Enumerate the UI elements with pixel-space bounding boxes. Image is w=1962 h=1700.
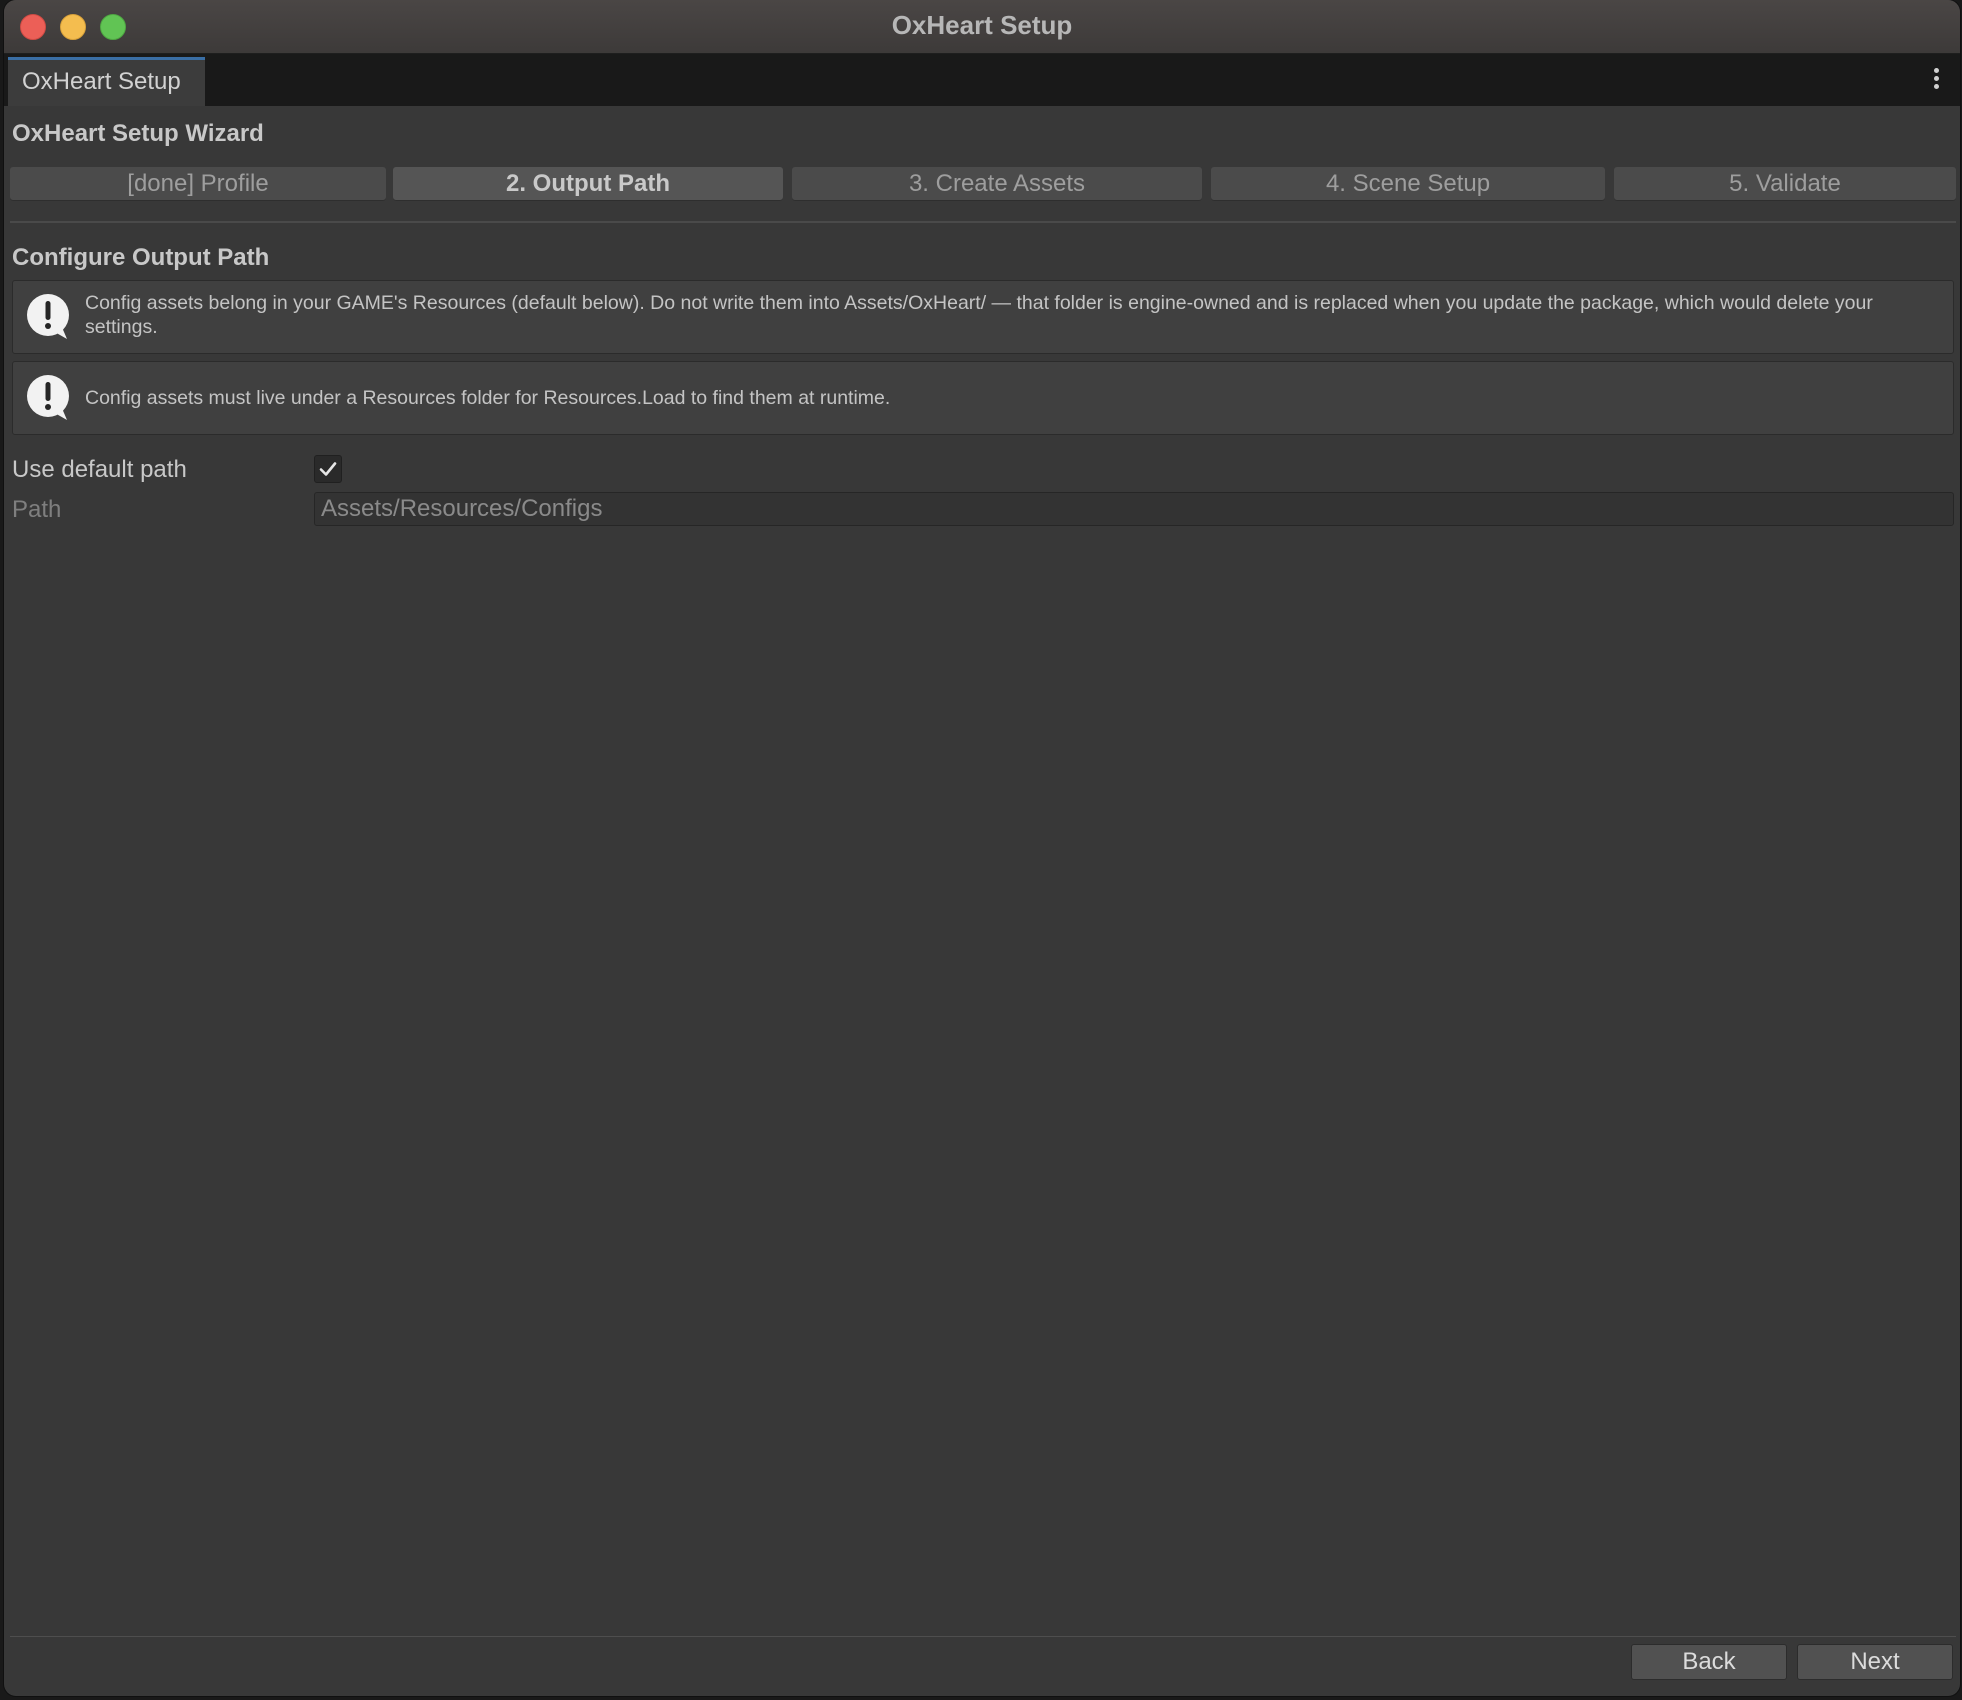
header-divider: [10, 221, 1956, 223]
step-profile[interactable]: [done] Profile: [10, 167, 386, 201]
tab-oxheart-setup[interactable]: OxHeart Setup: [8, 57, 205, 106]
step-scene-setup[interactable]: 4. Scene Setup: [1211, 167, 1605, 201]
use-default-path-label: Use default path: [12, 456, 187, 483]
footer-divider: [10, 1636, 1956, 1637]
step-output-path[interactable]: 2. Output Path: [393, 167, 783, 201]
wizard-title: OxHeart Setup Wizard: [12, 120, 264, 147]
warning-box-resources-folder: Config assets must live under a Resource…: [12, 361, 1954, 435]
next-button[interactable]: Next: [1797, 1644, 1953, 1680]
back-button[interactable]: Back: [1631, 1644, 1787, 1680]
warning-message: Config assets belong in your GAME's Reso…: [85, 292, 1873, 338]
warning-message: Config assets must live under a Resource…: [85, 387, 891, 409]
checkmark-icon: [319, 462, 337, 476]
title-bar: OxHeart Setup: [4, 0, 1960, 54]
section-title: Configure Output Path: [12, 244, 270, 271]
warning-box-engine-folder: Config assets belong in your GAME's Reso…: [12, 280, 1954, 354]
step-create-assets[interactable]: 3. Create Assets: [792, 167, 1202, 201]
warning-icon: [27, 294, 69, 339]
path-label: Path: [12, 496, 62, 523]
window-title: OxHeart Setup: [891, 10, 1073, 40]
use-default-path-checkbox[interactable]: [314, 455, 342, 483]
step-validate[interactable]: 5. Validate: [1614, 167, 1956, 201]
path-input[interactable]: Assets/Resources/Configs: [314, 492, 1954, 526]
more-options-icon[interactable]: [1932, 68, 1940, 92]
editor-window: OxHeart Setup OxHeart Setup OxHeart Setu…: [4, 0, 1960, 1696]
wizard-content: OxHeart Setup Wizard [done] Profile 2. O…: [4, 106, 1960, 1696]
warning-icon: [27, 375, 69, 420]
tab-strip: OxHeart Setup: [4, 54, 1960, 106]
